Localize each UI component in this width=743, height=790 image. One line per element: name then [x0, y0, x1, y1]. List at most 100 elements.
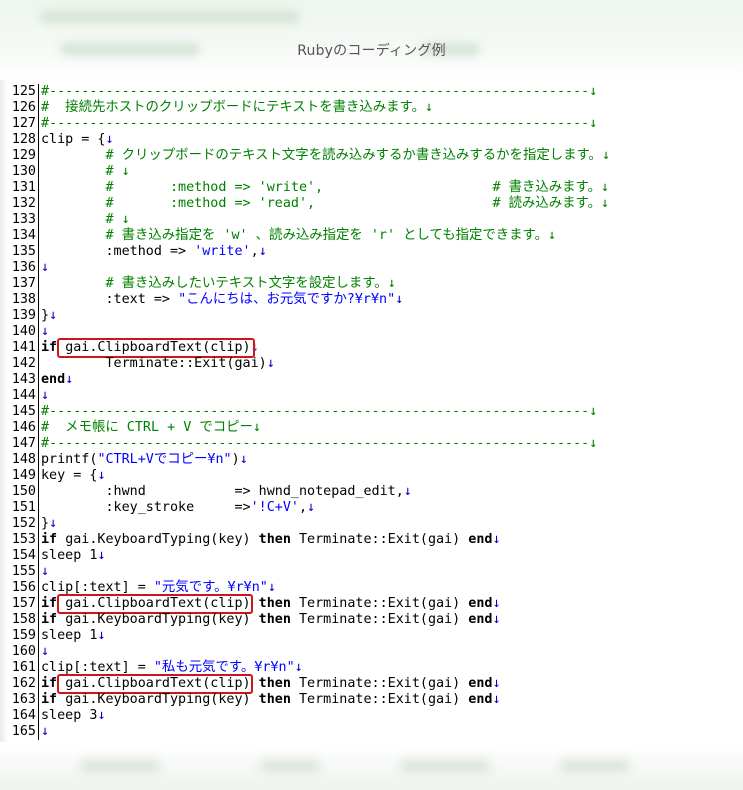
- line-number: 157: [11, 596, 36, 611]
- code-line[interactable]: 150 :hwnd => hwnd_notepad_edit,↓: [0, 484, 743, 500]
- line-number: 156: [11, 580, 36, 595]
- code-text: end↓: [41, 372, 73, 388]
- line-number: 128: [11, 132, 36, 147]
- code-token: Terminate::Exit(gai): [298, 596, 469, 611]
- eol-mark: ↓: [492, 692, 501, 707]
- code-line[interactable]: 146 # メモ帳に CTRL + V でコピー↓: [0, 420, 743, 436]
- string-token: "元気です。¥r¥n": [153, 580, 268, 595]
- comment-token: # メモ帳に CTRL + V でコピー↓: [41, 420, 261, 435]
- code-text: :key_stroke =>'!C+V',↓: [41, 500, 315, 516]
- code-text: # クリップボードのテキスト文字を読み込みするか書き込みするかを指定します。↓: [41, 148, 611, 164]
- line-number: 158: [11, 612, 36, 627]
- code-line[interactable]: 158 if gai.KeyboardTyping(key) then Termi…: [0, 612, 743, 628]
- code-text: Terminate::Exit(gai)↓: [41, 356, 274, 372]
- code-token: gai.KeyboardTyping(key): [65, 692, 259, 707]
- gutter-separator: [38, 276, 39, 292]
- code-line[interactable]: 129 # クリップボードのテキスト文字を読み込みするか書き込みするかを指定しま…: [0, 148, 743, 164]
- code-line[interactable]: 134 # 書き込み指定を 'w' 、読み込み指定を 'r' としても指定できま…: [0, 228, 743, 244]
- gutter-separator: [38, 292, 39, 308]
- code-text: ↓: [41, 324, 49, 340]
- line-number: 163: [11, 692, 36, 707]
- code-line[interactable]: 142 Terminate::Exit(gai)↓: [0, 356, 743, 372]
- code-line[interactable]: 154 sleep 1↓: [0, 548, 743, 564]
- code-token: sleep 1: [41, 548, 98, 563]
- eol-mark: ↓: [492, 596, 501, 611]
- line-number: 155: [11, 564, 36, 579]
- code-line[interactable]: 132 # :method => 'read', # 読み込みます。↓: [0, 196, 743, 212]
- code-line[interactable]: 135 :method => 'write',↓: [0, 244, 743, 260]
- code-line[interactable]: 165 ↓: [0, 724, 743, 740]
- line-number: 152: [11, 516, 36, 531]
- code-line[interactable]: 126 # 接続先ホストのクリップボードにテキストを書き込みます。↓: [0, 100, 743, 116]
- gutter-separator: [38, 100, 39, 116]
- code-line[interactable]: 162 if gai.ClipboardText(clip) then Termi…: [0, 674, 743, 694]
- highlight-box: [57, 674, 253, 694]
- line-number: 142: [11, 356, 36, 371]
- gutter-separator: [38, 116, 39, 132]
- code-editor[interactable]: 125 #------------------------------------…: [0, 84, 743, 740]
- comment-token: # クリップボードのテキスト文字を読み込みするか書き込みするかを指定します。↓: [105, 148, 611, 163]
- comment-token: #---------------------------------------…: [41, 84, 598, 99]
- code-line[interactable]: 136 ↓: [0, 260, 743, 276]
- line-number: 138: [11, 292, 36, 307]
- code-line[interactable]: 128 clip = {↓: [0, 132, 743, 148]
- code-token: Terminate::Exit(gai): [41, 356, 267, 371]
- code-line[interactable]: 131 # :method => 'write', # 書き込みます。↓: [0, 180, 743, 196]
- code-line[interactable]: 144 ↓: [0, 388, 743, 404]
- line-number: 162: [11, 676, 36, 691]
- code-line[interactable]: 125 #------------------------------------…: [0, 84, 743, 100]
- code-line[interactable]: 137 # 書き込みしたいテキスト文字を設定します。↓: [0, 276, 743, 292]
- code-line[interactable]: 159 sleep 1↓: [0, 628, 743, 644]
- eol-mark: ↓: [492, 612, 501, 627]
- code-line[interactable]: 139}↓: [0, 308, 743, 324]
- code-line[interactable]: 145 #------------------------------------…: [0, 404, 743, 420]
- code-line[interactable]: 151 :key_stroke =>'!C+V',↓: [0, 500, 743, 516]
- eol-mark: ↓: [41, 564, 50, 579]
- code-line[interactable]: 143 end↓: [0, 372, 743, 388]
- code-line[interactable]: 149 key = {↓: [0, 468, 743, 484]
- code-line[interactable]: 164 sleep 3↓: [0, 708, 743, 724]
- code-token: ,: [250, 244, 259, 259]
- string-token: "私も元気です。¥r¥n": [153, 660, 295, 675]
- code-token: ): [231, 452, 240, 467]
- code-line[interactable]: 155 ↓: [0, 564, 743, 580]
- code-text: ↓: [41, 644, 49, 660]
- eol-mark: ↓: [97, 628, 106, 643]
- keyword-token: end: [41, 372, 66, 387]
- code-line[interactable]: 133 # ↓: [0, 212, 743, 228]
- code-token: clip[:text] =: [41, 660, 154, 675]
- comment-token: #---------------------------------------…: [41, 436, 598, 451]
- code-line[interactable]: 163 if gai.KeyboardTyping(key) then Termi…: [0, 692, 743, 708]
- line-number: 136: [11, 260, 36, 275]
- string-token: "こんにちは、お元気ですか?¥r¥n": [178, 292, 396, 307]
- line-number: 160: [11, 644, 36, 659]
- code-line[interactable]: 127 #------------------------------------…: [0, 116, 743, 132]
- line-number: 127: [11, 116, 36, 131]
- code-line[interactable]: 152}↓: [0, 516, 743, 532]
- gutter-separator: [38, 148, 39, 164]
- gutter-separator: [38, 468, 39, 484]
- gutter-separator: [38, 628, 39, 644]
- gutter-separator: [38, 244, 39, 260]
- gutter-separator: [38, 340, 39, 356]
- line-number: 145: [11, 404, 36, 419]
- code-line[interactable]: 138 :text => "こんにちは、お元気ですか?¥r¥n"↓: [0, 292, 743, 308]
- line-number: 125: [11, 84, 36, 99]
- code-token: printf(: [41, 452, 98, 467]
- code-line[interactable]: 148 printf("CTRL+Vでコピー¥n")↓: [0, 452, 743, 468]
- code-line[interactable]: 130 # ↓: [0, 164, 743, 180]
- code-line[interactable]: 153 if gai.KeyboardTyping(key) then Termi…: [0, 532, 743, 548]
- code-token: sleep 1: [41, 628, 98, 643]
- code-text: ↓: [41, 388, 49, 404]
- code-text: ↓: [41, 724, 49, 740]
- eol-mark: ↓: [395, 292, 404, 307]
- code-line[interactable]: 141 if gai.ClipboardText(clip)↓: [0, 338, 743, 358]
- blurred-footer: [0, 742, 743, 790]
- keyword-token: end: [468, 532, 493, 547]
- code-line[interactable]: 147 #------------------------------------…: [0, 436, 743, 452]
- code-line[interactable]: 160 ↓: [0, 644, 743, 660]
- code-line[interactable]: 157 if gai.ClipboardText(clip) then Termi…: [0, 594, 743, 614]
- eol-mark: ↓: [41, 644, 50, 659]
- gutter-separator: [38, 196, 39, 212]
